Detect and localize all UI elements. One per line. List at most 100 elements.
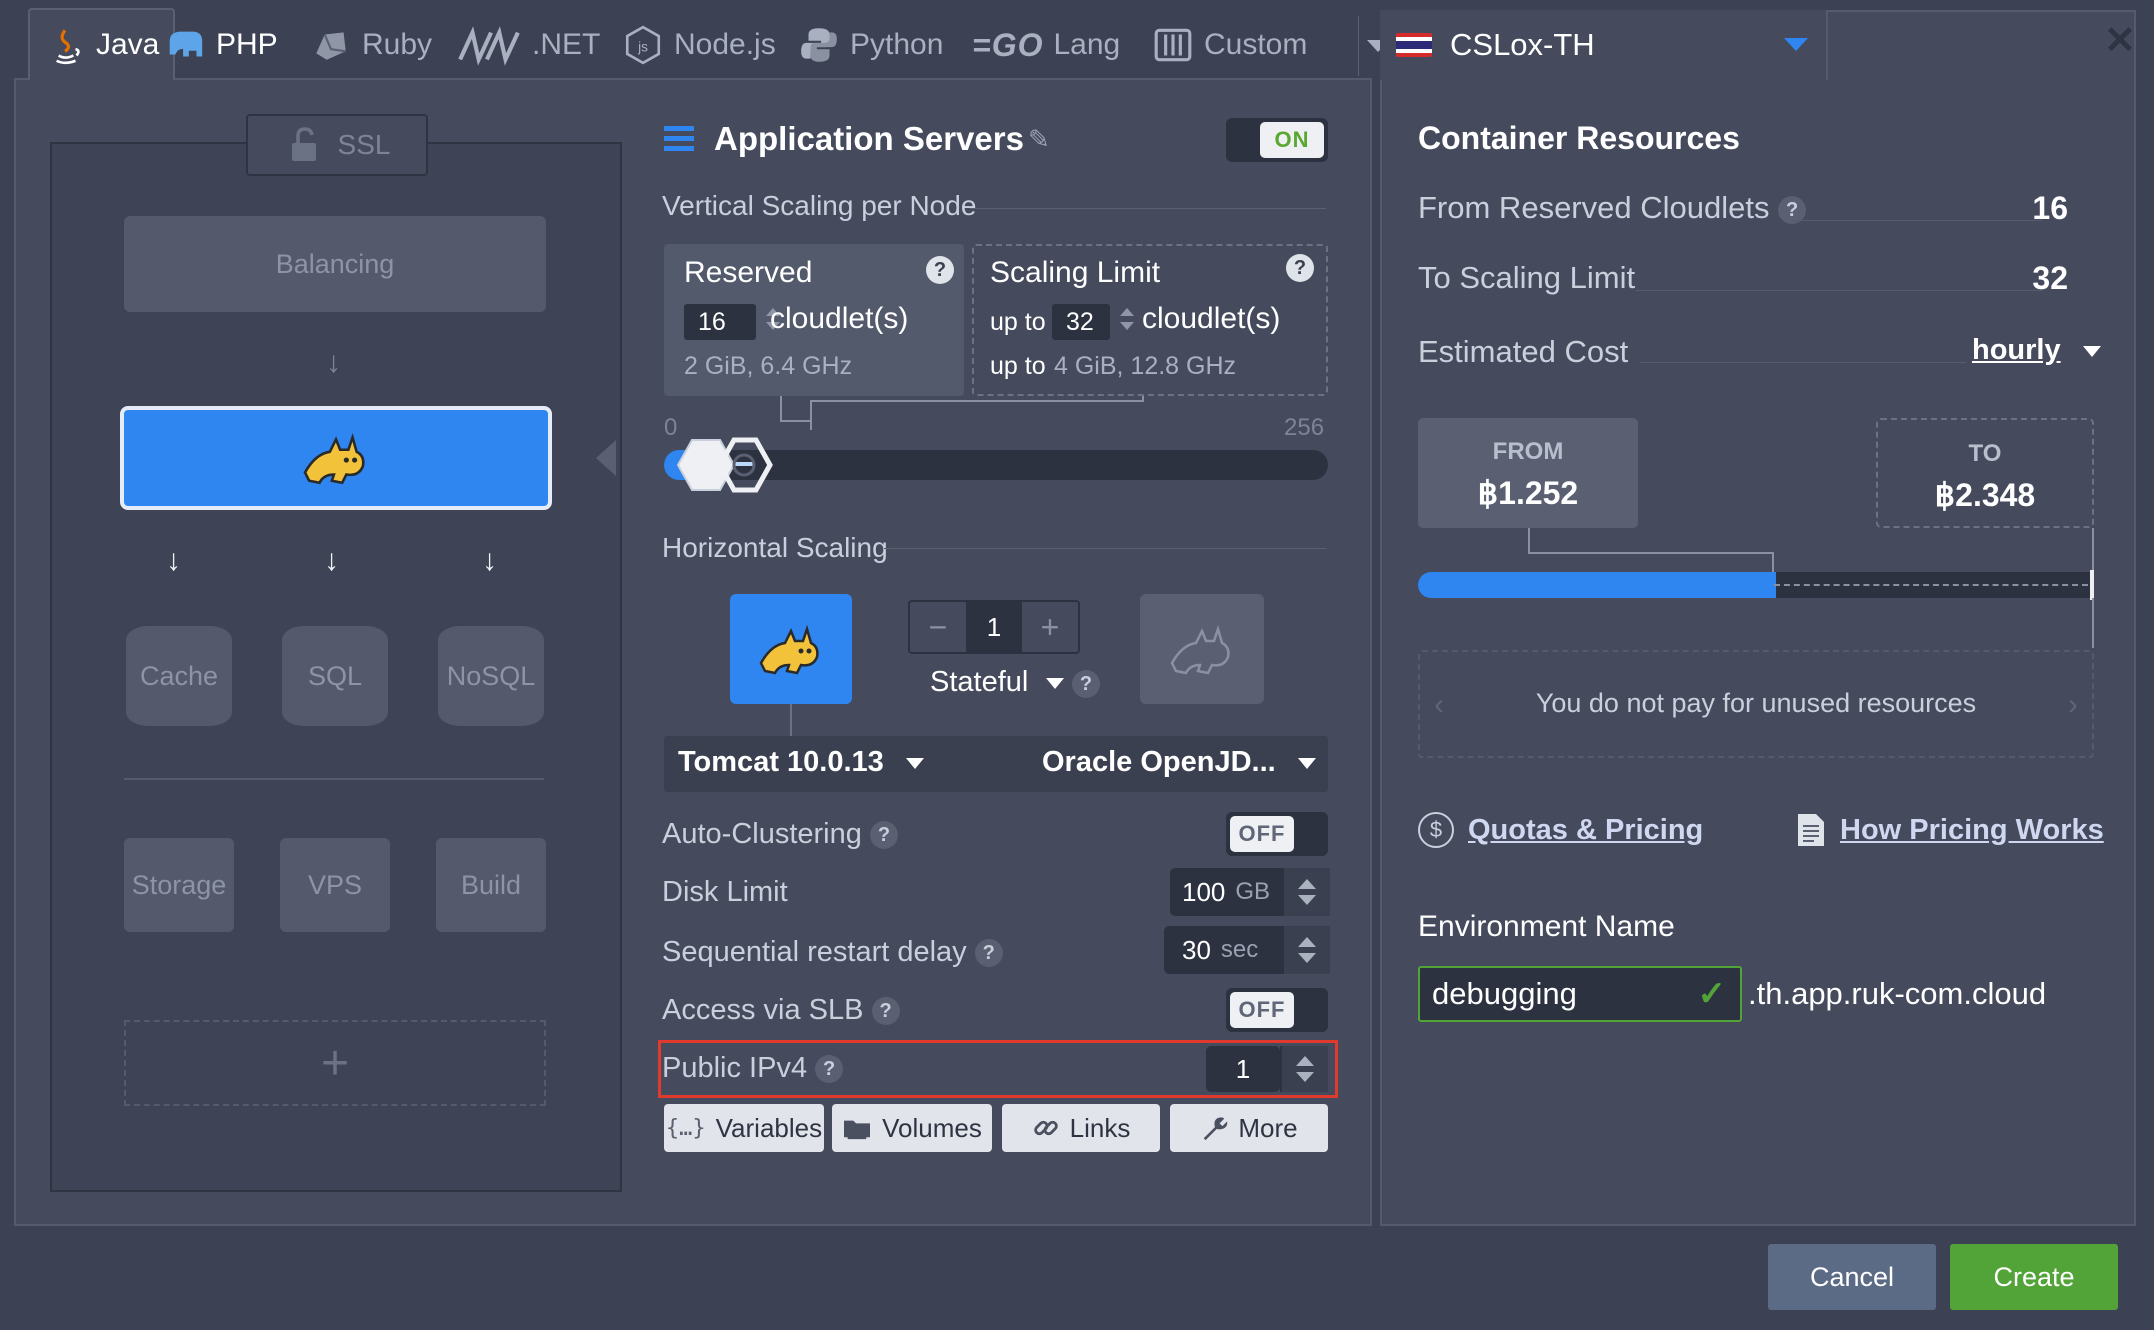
dotnet-icon — [458, 26, 520, 66]
arrow-down-icon: ↓ — [166, 544, 181, 577]
slb-access-toggle[interactable]: OFF — [1226, 988, 1328, 1032]
environment-name-value: debugging — [1432, 976, 1577, 1011]
public-ipv4-value: 1 — [1235, 1053, 1251, 1084]
nosql-node[interactable]: NoSQL — [438, 626, 544, 726]
info-carousel: ‹ You do not pay for unused resources › — [1418, 650, 2094, 758]
add-node-button[interactable]: + — [124, 1020, 546, 1106]
slider-handles[interactable] — [676, 436, 780, 494]
app-servers-toggle[interactable]: ON — [1226, 118, 1328, 162]
auto-clustering-toggle[interactable]: OFF — [1226, 812, 1328, 856]
help-icon[interactable]: ? — [1072, 670, 1100, 698]
volumes-button[interactable]: Volumes — [832, 1104, 992, 1152]
variables-button[interactable]: {…} Variables — [664, 1104, 824, 1152]
connector-line — [780, 420, 810, 422]
price-range-fill — [1418, 572, 1776, 598]
chevron-right-icon[interactable]: › — [2068, 688, 2078, 722]
vps-node[interactable]: VPS — [280, 838, 390, 932]
connector-line — [1528, 528, 1530, 552]
region-name: CSLox-TH — [1450, 27, 1595, 62]
increase-button[interactable]: + — [1022, 602, 1078, 652]
go-icon: =GO — [972, 26, 1044, 63]
slider-max: 256 — [1284, 414, 1325, 441]
links-button[interactable]: Links — [1002, 1104, 1160, 1152]
version-label: Tomcat 10.0.13 — [678, 746, 884, 778]
how-pricing-works-link[interactable]: How Pricing Works — [1796, 812, 2104, 848]
price-to-value: ฿2.348 — [1934, 477, 2036, 513]
chevron-down-icon — [905, 757, 924, 769]
help-icon[interactable]: ? — [926, 256, 954, 284]
tab-python[interactable]: Python — [798, 14, 943, 76]
public-ipv4-stepper[interactable] — [1280, 1046, 1328, 1092]
connector-line — [2092, 598, 2094, 648]
restart-delay-label: Sequential restart delay ? — [662, 936, 1003, 969]
chevron-down-icon — [1784, 38, 1808, 51]
document-icon — [1798, 814, 1824, 846]
chevron-down-icon — [2082, 345, 2101, 357]
jdk-dropdown[interactable]: Oracle OpenJD... — [1042, 746, 1316, 779]
unlock-icon — [291, 127, 316, 161]
scaling-limit-value: 32 — [2032, 260, 2068, 296]
price-range-dashes — [1774, 584, 2088, 586]
storage-node[interactable]: Storage — [124, 838, 234, 932]
button-label: Variables — [715, 1112, 823, 1143]
go-logo-text: GO — [991, 26, 1044, 63]
cost-period-label: hourly — [1972, 334, 2061, 366]
wrench-icon — [1204, 1117, 1228, 1141]
cache-node[interactable]: Cache — [126, 626, 232, 726]
tab-php[interactable]: PHP — [164, 14, 278, 76]
cost-period-dropdown[interactable]: hourly — [1972, 334, 2101, 367]
docker-custom-icon — [1154, 28, 1192, 62]
tomcat-icon — [303, 432, 365, 485]
cancel-button[interactable]: Cancel — [1768, 1244, 1936, 1310]
tab-dotnet[interactable]: .NET — [456, 14, 600, 76]
edit-pencil-icon[interactable]: ✎ — [1028, 124, 1050, 155]
app-server-node[interactable] — [120, 406, 552, 510]
restart-delay-stepper[interactable] — [1282, 926, 1330, 974]
tab-nodejs[interactable]: js Node.js — [622, 14, 776, 76]
scaling-mode-dropdown[interactable]: Stateful — [930, 666, 1065, 699]
reserved-cloudlets-input[interactable]: 16 — [684, 304, 780, 340]
app-server-instance[interactable] — [730, 594, 852, 704]
quotas-pricing-link[interactable]: $ Quotas & Pricing — [1418, 812, 1703, 848]
balancing-node[interactable]: Balancing — [124, 216, 546, 312]
sql-node[interactable]: SQL — [282, 626, 388, 726]
restart-delay-input[interactable]: 30 sec — [1164, 926, 1286, 974]
add-instance-placeholder[interactable] — [1140, 594, 1264, 704]
public-ipv4-input[interactable]: 1 — [1206, 1046, 1280, 1092]
tomcat-version-dropdown[interactable]: Tomcat 10.0.13 — [678, 746, 924, 779]
estimated-cost-row: Estimated Cost — [1418, 334, 1629, 369]
environment-name-input[interactable]: debugging ✓ — [1418, 966, 1742, 1022]
tab-ruby[interactable]: Ruby — [310, 14, 432, 76]
build-node[interactable]: Build — [436, 838, 546, 932]
disk-limit-input[interactable]: 100 GB — [1170, 868, 1286, 916]
tab-go[interactable]: =GO Lang — [972, 14, 1120, 76]
more-button[interactable]: More — [1170, 1104, 1328, 1152]
close-icon[interactable]: ✕ — [2104, 18, 2136, 63]
arrow-down-icon: ↓ — [326, 346, 341, 379]
container-resources-title: Container Resources — [1418, 120, 1740, 156]
menu-icon[interactable] — [664, 126, 694, 151]
tab-label: Node.js — [674, 28, 776, 61]
disk-limit-stepper[interactable] — [1282, 868, 1330, 916]
tab-java[interactable]: Java — [28, 8, 176, 80]
create-button[interactable]: Create — [1950, 1244, 2118, 1310]
ssl-toggle[interactable]: SSL — [246, 114, 428, 176]
decrease-button[interactable]: − — [910, 602, 966, 652]
restart-delay-unit: sec — [1220, 936, 1259, 963]
tab-label: PHP — [216, 28, 278, 61]
disk-limit-unit: GB — [1235, 878, 1271, 905]
price-from-label: FROM — [1492, 438, 1564, 465]
help-icon[interactable]: ? — [1286, 254, 1314, 282]
button-label: Volumes — [882, 1112, 982, 1143]
nodejs-icon: js — [625, 25, 661, 65]
stepper-arrows[interactable] — [1120, 308, 1134, 330]
tab-label: Lang — [1053, 28, 1121, 61]
button-label: Links — [1069, 1112, 1131, 1143]
environment-name-label: Environment Name — [1418, 910, 1675, 943]
thailand-flag-icon — [1396, 33, 1432, 57]
node-count-value[interactable]: 1 — [966, 602, 1022, 652]
tab-custom[interactable]: Custom — [1152, 14, 1307, 76]
connector-line — [810, 400, 1144, 402]
region-selector[interactable]: CSLox-TH — [1380, 10, 1826, 80]
limit-cloudlets-input[interactable]: 32 — [1052, 304, 1134, 340]
